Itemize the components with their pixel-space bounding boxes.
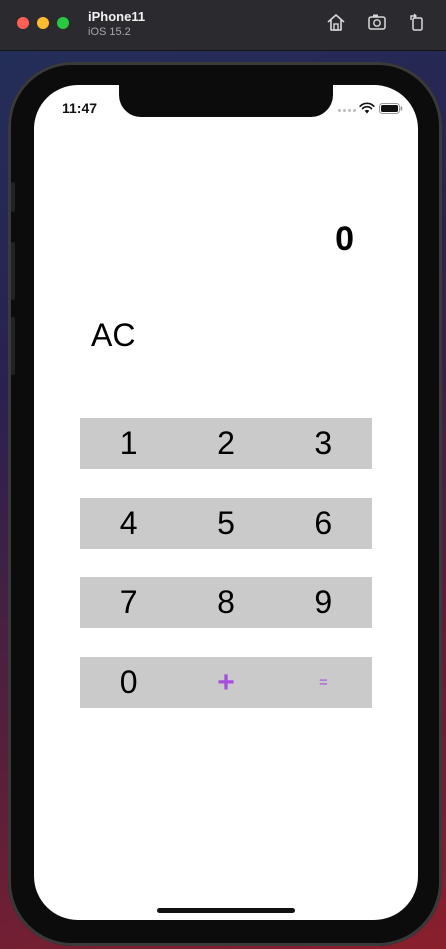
notch [119, 85, 333, 117]
calculator-display: 0 [335, 220, 354, 258]
home-icon[interactable] [325, 11, 347, 33]
status-time: 11:47 [62, 100, 98, 116]
phone-screen: 11:47 0 AC 1 2 3 4 5 6 7 8 9 0 + = [34, 85, 418, 920]
key-9[interactable]: 9 [275, 577, 372, 628]
zoom-window-button[interactable] [57, 17, 69, 29]
plus-button[interactable]: + [177, 657, 274, 708]
mute-switch [11, 182, 15, 212]
key-7[interactable]: 7 [80, 577, 177, 628]
device-name: iPhone11 [88, 9, 146, 24]
equals-button[interactable]: = [275, 657, 372, 708]
simulator-titlebar: iPhone11 iOS 15.2 [0, 0, 446, 51]
key-6[interactable]: 6 [275, 498, 372, 549]
keypad-row: 1 2 3 [80, 418, 372, 469]
home-indicator [157, 908, 295, 913]
screenshot-icon[interactable] [366, 11, 388, 33]
key-2[interactable]: 2 [177, 418, 274, 469]
close-window-button[interactable] [17, 17, 29, 29]
key-5[interactable]: 5 [177, 498, 274, 549]
key-8[interactable]: 8 [177, 577, 274, 628]
cellular-icon [338, 109, 356, 112]
keypad-row: 0 + = [80, 657, 372, 708]
device-os-version: iOS 15.2 [88, 26, 131, 38]
key-1[interactable]: 1 [80, 418, 177, 469]
key-0[interactable]: 0 [80, 657, 177, 708]
key-3[interactable]: 3 [275, 418, 372, 469]
keypad-row: 4 5 6 [80, 498, 372, 549]
key-4[interactable]: 4 [80, 498, 177, 549]
volume-down-button [11, 317, 15, 375]
battery-icon [379, 103, 403, 114]
volume-up-button [11, 242, 15, 300]
all-clear-button[interactable]: AC [91, 317, 135, 354]
wifi-icon [359, 102, 375, 114]
rotate-icon[interactable] [406, 11, 428, 33]
keypad-row: 7 8 9 [80, 577, 372, 628]
minimize-window-button[interactable] [37, 17, 49, 29]
